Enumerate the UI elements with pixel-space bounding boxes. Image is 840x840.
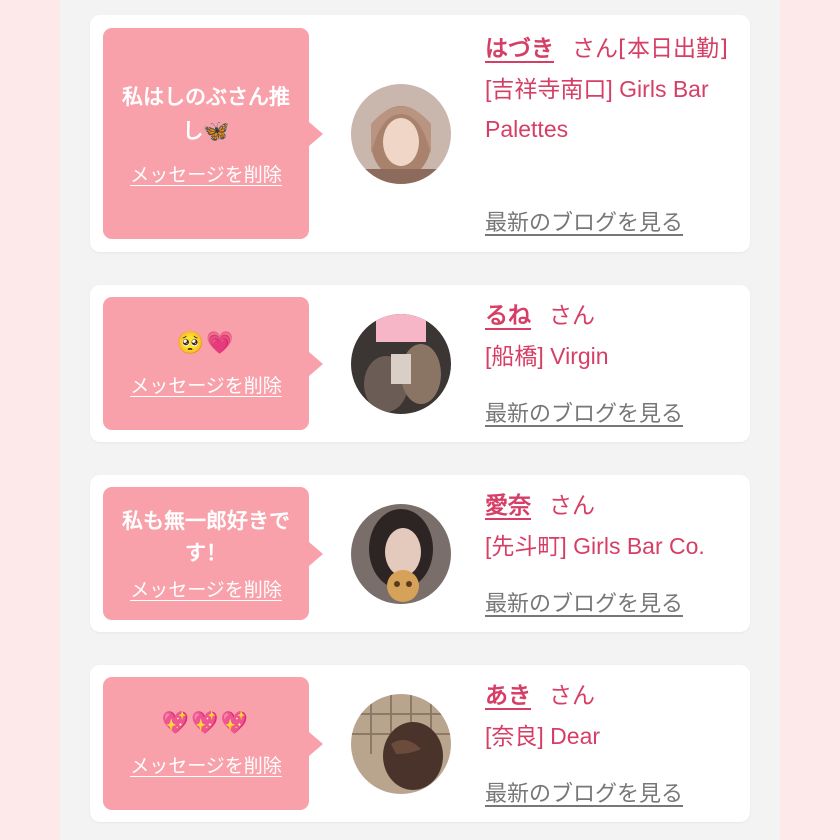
avatar[interactable] <box>351 694 451 794</box>
girl-name-link[interactable]: るね <box>485 303 531 329</box>
message-card: 私も無一郎好きです！ メッセージを削除 愛奈 さん [先斗町] Girls Bar… <box>90 475 750 632</box>
shop-label: [奈良] Dear <box>485 723 601 749</box>
girl-info: あき さん [奈良] Dear <box>485 676 740 756</box>
shop-label: [吉祥寺南口] Girls Bar Palettes <box>485 76 709 142</box>
message-text: 💖💖💖 <box>161 711 251 736</box>
status-label: [本日出勤] <box>618 36 728 62</box>
avatar-photo-icon <box>351 314 451 414</box>
message-bubble: 私はしのぶさん推し🦋 メッセージを削除 <box>103 28 323 239</box>
message-card: 🥺💗 メッセージを削除 るね さん [船橋] Virgin 最新のブログを見る <box>90 285 750 442</box>
avatar-photo-icon <box>351 84 451 184</box>
shop-label: [先斗町] Girls Bar Co. <box>485 533 705 559</box>
message-text: 私はしのぶさん推し🦋 <box>122 85 290 143</box>
girl-info: はづき さん[本日出勤] [吉祥寺南口] Girls Bar Palettes <box>485 29 740 149</box>
girl-info: るね さん [船橋] Virgin <box>485 296 740 376</box>
shop-label: [船橋] Virgin <box>485 343 609 369</box>
girl-name-link[interactable]: はづき <box>485 36 554 62</box>
latest-blog-link[interactable]: 最新のブログを見る <box>485 776 683 808</box>
latest-blog-link[interactable]: 最新のブログを見る <box>485 205 683 237</box>
avatar[interactable] <box>351 504 451 604</box>
message-bubble: 私も無一郎好きです！ メッセージを削除 <box>103 487 323 620</box>
avatar-photo-icon <box>351 504 451 604</box>
honorific: さん <box>549 683 595 709</box>
girl-name-link[interactable]: あき <box>485 683 531 709</box>
latest-blog-link[interactable]: 最新のブログを見る <box>485 396 683 428</box>
message-card: 💖💖💖 メッセージを削除 あき さん [奈良] Dear 最新のブログを見る <box>90 665 750 822</box>
delete-message-link[interactable]: メッセージを削除 <box>130 575 282 602</box>
message-bubble: 🥺💗 メッセージを削除 <box>103 297 323 430</box>
message-text: 私も無一郎好きです！ <box>122 509 290 565</box>
honorific: さん <box>549 303 595 329</box>
honorific: さん <box>572 36 618 62</box>
honorific: さん <box>549 493 595 519</box>
avatar[interactable] <box>351 84 451 184</box>
message-bubble: 💖💖💖 メッセージを削除 <box>103 677 323 810</box>
avatar-photo-icon <box>351 694 451 794</box>
avatar[interactable] <box>351 314 451 414</box>
message-card: 私はしのぶさん推し🦋 メッセージを削除 はづき さん[本日出勤] [吉祥寺南口] … <box>90 15 750 252</box>
delete-message-link[interactable]: メッセージを削除 <box>130 160 282 187</box>
girl-name-link[interactable]: 愛奈 <box>485 493 531 519</box>
message-text: 🥺💗 <box>176 331 236 356</box>
girl-info: 愛奈 さん [先斗町] Girls Bar Co. <box>485 486 740 566</box>
delete-message-link[interactable]: メッセージを削除 <box>130 751 282 778</box>
latest-blog-link[interactable]: 最新のブログを見る <box>485 586 683 618</box>
delete-message-link[interactable]: メッセージを削除 <box>130 371 282 398</box>
